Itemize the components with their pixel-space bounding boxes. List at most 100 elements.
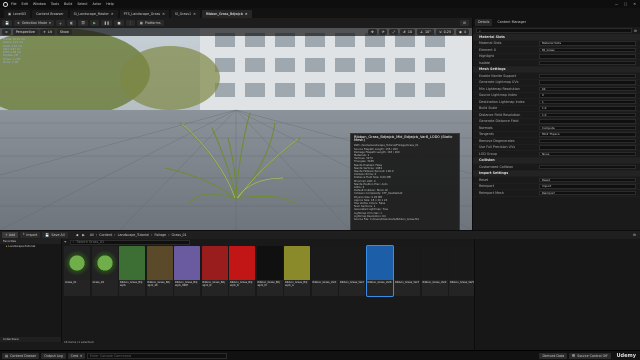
cmd-button[interactable]: Cmd ▾ xyxy=(67,352,85,359)
import-button[interactable]: ⭳ Import xyxy=(20,232,41,238)
tab-content-browser[interactable]: Content Browser xyxy=(32,9,68,18)
tab-level[interactable]: ▣ Level03 xyxy=(4,9,31,18)
scale-snap[interactable]: ⇲ 0.25 xyxy=(435,29,454,35)
asset-search-input[interactable]: ⌕ Search Grass_01 xyxy=(69,239,190,245)
property-value[interactable] xyxy=(539,73,636,78)
close-icon[interactable]: ✕ xyxy=(633,2,636,6)
cinematics-button[interactable]: 🎬 xyxy=(78,20,89,26)
property-value[interactable]: MI_Grass xyxy=(539,47,636,52)
tab-pts-landscape-grass[interactable]: PTS_Landscape_Grass ✕ xyxy=(119,9,169,18)
tab-content-manager[interactable]: Content Manager xyxy=(494,19,529,26)
selection-mode-button[interactable]: ➤ Selection Mode ▾ xyxy=(14,20,54,26)
forward-icon[interactable]: ▶ xyxy=(82,233,85,237)
content-drawer-button[interactable]: ▤ Content Drawer xyxy=(2,352,40,359)
property-value[interactable] xyxy=(539,164,636,169)
translate-tool[interactable]: ✥ xyxy=(367,29,377,35)
maximize-icon[interactable]: □ xyxy=(624,2,627,6)
collections-header[interactable]: Collections xyxy=(0,337,61,342)
minimize-icon[interactable]: — xyxy=(615,2,618,6)
viewport-options-button[interactable]: ≡ xyxy=(2,29,11,35)
play-button[interactable]: ▶ xyxy=(90,20,99,26)
property-value[interactable]: Compute xyxy=(539,125,636,130)
property-value[interactable]: 1.0 xyxy=(539,112,636,117)
close-icon[interactable]: ✕ xyxy=(193,12,196,16)
property-value[interactable] xyxy=(539,80,636,85)
menu-item-tools[interactable]: Tools xyxy=(51,2,59,6)
add-actor-button[interactable]: ＋ xyxy=(55,20,66,26)
property-value[interactable] xyxy=(539,138,636,143)
console-input[interactable]: Enter Console Command xyxy=(86,352,227,359)
property-value[interactable]: 1.0 xyxy=(539,106,636,111)
asset-tile[interactable]: Ribbon_Grass_Bdjwjcb_N xyxy=(201,246,228,296)
menu-item-actor[interactable]: Actor xyxy=(93,2,102,6)
property-value[interactable]: Mikk TSpace xyxy=(539,132,636,137)
tab-details[interactable]: Details xyxy=(475,19,493,26)
property-value[interactable]: 0 xyxy=(539,93,636,98)
property-value[interactable]: None xyxy=(539,151,636,156)
breadcrumb-item[interactable]: Foliage xyxy=(154,233,166,237)
tab-si-grass1[interactable]: SI_Grass1 ✕ xyxy=(170,9,200,18)
scale-tool[interactable]: ⤢ xyxy=(389,29,399,35)
breadcrumb-item[interactable]: Content xyxy=(99,233,112,237)
asset-tile[interactable]: Ribbon_Grass_Bdjwjcb_A xyxy=(284,246,310,296)
tab-si-landscape-master[interactable]: SI_Landscape_Master ✕ xyxy=(69,9,118,18)
camera-speed[interactable]: ◉ 4 xyxy=(456,29,469,35)
pause-button[interactable]: ❚❚ xyxy=(100,20,113,26)
add-button[interactable]: + Add xyxy=(2,232,19,238)
asset-tile[interactable]: Ribbon_Grass_Var3 xyxy=(394,246,420,296)
property-value[interactable]: Reimport xyxy=(539,190,636,195)
property-value[interactable] xyxy=(539,54,636,59)
close-icon[interactable]: ✕ xyxy=(111,12,114,16)
asset-tile[interactable]: Ribbon_Grass_Var5 xyxy=(449,246,475,296)
perspective-button[interactable]: Perspective xyxy=(12,29,38,35)
property-value[interactable] xyxy=(539,60,636,65)
derived-data-button[interactable]: Derived Data xyxy=(539,352,568,359)
platforms-button[interactable]: ▦ Platforms xyxy=(136,20,164,26)
breadcrumb-item[interactable]: All xyxy=(90,233,94,237)
save-all-button[interactable]: 💾 Save All xyxy=(42,232,68,238)
asset-tile[interactable]: Ribbon_Grass_Bdjwjcb_M xyxy=(256,246,283,296)
property-value[interactable]: 1 xyxy=(539,99,636,104)
tab-ribbon-grass[interactable]: Ribbon_Grass_Bdjwjcb ✕ xyxy=(201,9,252,18)
menu-item-build[interactable]: Build xyxy=(64,2,72,6)
property-value[interactable]: Import xyxy=(539,184,636,189)
stop-button[interactable]: ■ xyxy=(114,20,124,26)
filter-icon[interactable]: ⏷ xyxy=(64,240,67,244)
settings-icon[interactable]: ⚙ xyxy=(633,233,636,237)
asset-tile[interactable]: Grass_02 xyxy=(91,246,118,296)
output-log-button[interactable]: Output Log xyxy=(41,352,66,359)
property-value[interactable]: 64 xyxy=(539,86,636,91)
settings-button[interactable]: ⚙ xyxy=(460,20,469,26)
save-button[interactable]: 💾 xyxy=(2,20,13,26)
property-value[interactable] xyxy=(539,145,636,150)
property-value[interactable]: Reset xyxy=(539,177,636,182)
settings-icon[interactable]: ⚙ xyxy=(634,29,637,33)
asset-tile[interactable]: Grass_01 xyxy=(64,246,90,296)
rotate-tool[interactable]: ⟳ xyxy=(378,29,388,35)
show-button[interactable]: Show xyxy=(56,29,72,35)
property-value[interactable]: Material Slots xyxy=(539,41,636,46)
asset-tile[interactable]: Ribbon_Grass_Bdjwjcb_ORM xyxy=(174,246,200,296)
asset-tile[interactable]: Ribbon_Grass_Bdjwjcb_R xyxy=(229,246,255,296)
rotation-snap[interactable]: ∠ 10° xyxy=(417,29,434,35)
source-control-button[interactable]: Source Control Off xyxy=(569,352,611,359)
play-options-button[interactable]: ⋮ xyxy=(125,20,135,26)
close-icon[interactable]: ✕ xyxy=(162,12,165,16)
menu-item-help[interactable]: Help xyxy=(106,2,114,6)
asset-tile[interactable]: Ribbon_Grass_Var8 xyxy=(365,245,394,297)
menu-item-edit[interactable]: Edit xyxy=(22,2,28,6)
lit-button[interactable]: ☀ Lit xyxy=(39,29,55,35)
breadcrumb-item[interactable]: Landscape_Tutorial xyxy=(118,233,149,237)
breadcrumb-item[interactable]: Grass_01 xyxy=(172,233,187,237)
asset-tile[interactable]: Ribbon_Grass_Bdjwjcb_2K xyxy=(146,246,173,296)
asset-tile[interactable]: Ribbon_Grass_Var4 xyxy=(421,246,448,296)
asset-tile[interactable]: Ribbon_Grass_Var2 xyxy=(339,246,365,296)
back-icon[interactable]: ◀ xyxy=(76,233,79,237)
asset-tile[interactable]: Ribbon_Grass_Var1 xyxy=(311,246,338,296)
menu-item-file[interactable]: File xyxy=(11,2,17,6)
menu-item-window[interactable]: Window xyxy=(33,2,46,6)
close-icon[interactable]: ✕ xyxy=(245,12,248,16)
blueprint-button[interactable]: ◧ xyxy=(67,20,77,26)
grid-snap[interactable]: #10 xyxy=(400,29,416,35)
asset-tile[interactable]: Ribbon_Grass_Bdjwjcb xyxy=(119,246,145,296)
